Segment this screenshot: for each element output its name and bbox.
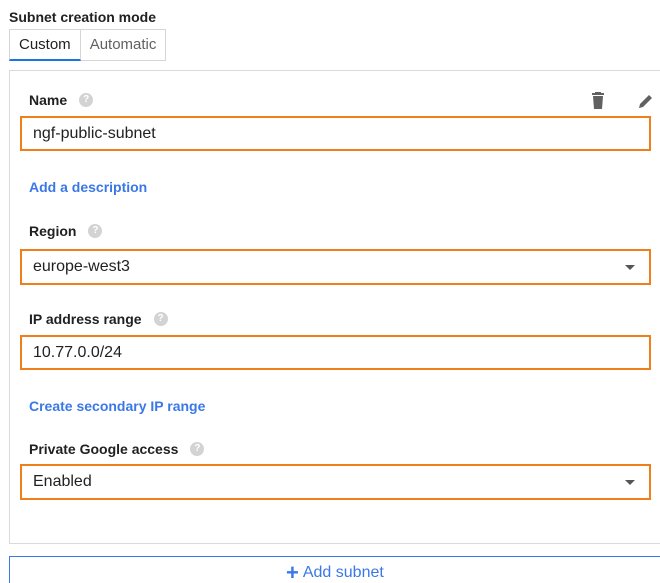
plus-icon: +	[286, 560, 299, 583]
subnet-mode-label: Subnet creation mode	[9, 9, 157, 25]
mode-automatic-button[interactable]: Automatic	[80, 29, 167, 61]
edit-icon[interactable]	[637, 92, 655, 115]
private-access-select[interactable]: Enabled	[20, 464, 651, 500]
dropdown-caret-icon	[625, 479, 635, 485]
add-subnet-label: Add subnet	[302, 564, 384, 581]
help-icon[interactable]: ?	[88, 224, 103, 238]
help-icon[interactable]: ?	[190, 442, 205, 456]
mode-custom-button[interactable]: Custom	[9, 29, 81, 61]
ip-range-input[interactable]: 10.77.0.0/24	[20, 335, 651, 370]
add-subnet-button[interactable]: + Add subnet	[9, 556, 660, 583]
private-access-value: Enabled	[33, 473, 92, 490]
name-label: Name	[29, 92, 68, 108]
ip-range-label: IP address range	[29, 311, 142, 327]
name-value: ngf-public-subnet	[33, 124, 156, 142]
help-icon[interactable]: ?	[153, 312, 168, 326]
ip-range-value: 10.77.0.0/24	[33, 343, 122, 361]
add-description-link[interactable]: Add a description	[29, 179, 147, 195]
subnet-form: Subnet creation mode Custom Automatic Na…	[0, 0, 660, 583]
create-secondary-range-link[interactable]: Create secondary IP range	[29, 398, 205, 414]
add-subnet-content: + Add subnet	[286, 560, 384, 583]
region-label: Region	[29, 223, 77, 239]
help-icon[interactable]: ?	[79, 93, 94, 107]
dropdown-caret-icon	[625, 264, 635, 270]
name-input[interactable]: ngf-public-subnet	[20, 116, 651, 151]
region-label-row: Region ?	[29, 223, 103, 239]
private-access-label-row: Private Google access ?	[29, 441, 205, 457]
region-value: europe-west3	[33, 258, 130, 275]
subnet-mode-toggle: Custom Automatic	[9, 29, 167, 61]
name-label-row: Name ?	[29, 92, 94, 108]
delete-icon[interactable]	[590, 92, 606, 115]
private-access-label: Private Google access	[29, 441, 179, 457]
ip-range-label-row: IP address range ?	[29, 311, 168, 327]
subnet-card: Name ? ngf-public-subnet Add a descripti…	[9, 70, 660, 544]
region-select[interactable]: europe-west3	[20, 249, 651, 285]
